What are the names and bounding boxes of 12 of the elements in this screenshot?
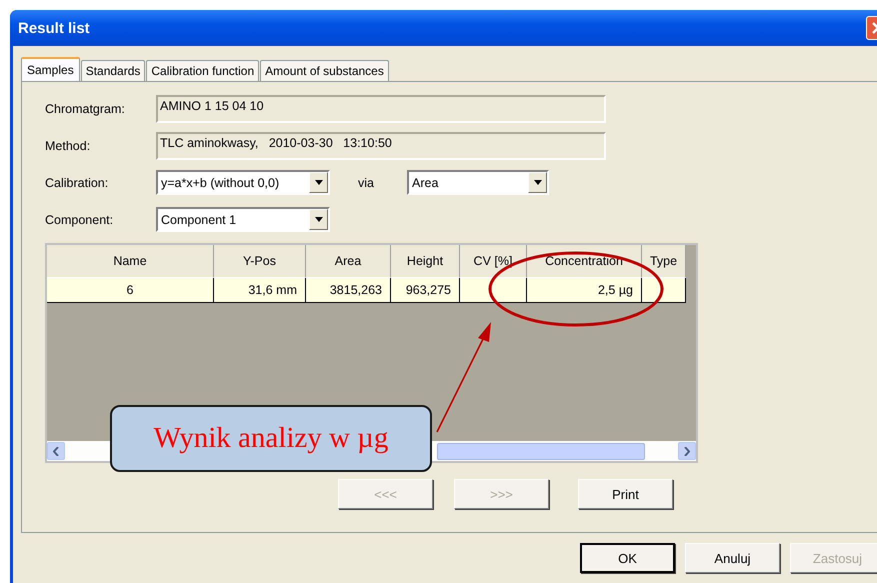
field-label: Calibration: <box>45 176 110 190</box>
table-cell: 963,275 <box>391 278 460 303</box>
via-label: via <box>357 176 375 190</box>
field-label: Chromatgram: <box>45 102 126 116</box>
table-cell: 2,5 µg <box>527 278 642 303</box>
window-title: Result list <box>18 20 91 36</box>
field-label: Component: <box>45 212 114 226</box>
field-label: Method: <box>45 138 92 152</box>
callout-text: Wynik analizy w µg <box>154 422 388 455</box>
table-cell: 31,6 mm <box>214 278 306 303</box>
table-cell: 3815,263 <box>306 278 391 303</box>
table-cell: 6 <box>47 278 214 303</box>
